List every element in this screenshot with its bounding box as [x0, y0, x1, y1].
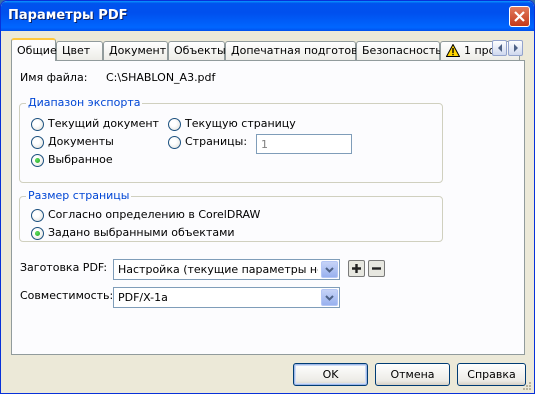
chevron-right-icon: [513, 44, 518, 52]
tab-general[interactable]: Общие: [11, 38, 57, 61]
chevron-down-icon: [325, 294, 334, 301]
radio-by-objects-label[interactable]: Задано выбранными объектами: [48, 226, 235, 239]
page-size-group: Размер страницы Согласно определению в C…: [19, 189, 443, 242]
tab-objects[interactable]: Объекты: [168, 41, 226, 61]
add-preset-button[interactable]: [348, 260, 365, 277]
preset-dropdown-button[interactable]: [321, 261, 338, 278]
filename-value: C:\SHABLON_A3.pdf: [106, 71, 216, 84]
pages-input[interactable]: 1: [256, 134, 352, 154]
preset-value: Настройка (текущие параметры не с...: [118, 263, 318, 276]
tab-scroll-left-button[interactable]: [492, 40, 507, 56]
warning-icon: [446, 44, 460, 57]
minus-icon: [372, 267, 381, 270]
preset-select[interactable]: Настройка (текущие параметры не с...: [113, 259, 340, 280]
radio-pages[interactable]: [168, 136, 181, 149]
radio-by-objects[interactable]: [31, 227, 44, 240]
tab-scroll-right-button[interactable]: [508, 40, 523, 56]
preset-label: Заготовка PDF:: [20, 261, 108, 274]
plus-icon: [352, 264, 361, 273]
radio-documents[interactable]: [31, 136, 44, 149]
tab-panel-general: Имя файла: C:\SHABLON_A3.pdf Диапазон эк…: [11, 60, 525, 355]
tab-prepress[interactable]: Допечатная подготовка: [225, 41, 371, 61]
compatibility-dropdown-button[interactable]: [321, 289, 338, 306]
filename-label: Имя файла:: [20, 71, 88, 84]
remove-preset-button[interactable]: [368, 260, 385, 277]
tab-security[interactable]: Безопасность: [356, 41, 442, 61]
radio-pages-label[interactable]: Страницы:: [185, 135, 247, 148]
window-title: Параметры PDF: [8, 8, 128, 23]
radio-documents-label[interactable]: Документы: [48, 135, 114, 148]
page-size-title: Размер страницы: [26, 189, 132, 202]
radio-current-document[interactable]: [31, 118, 44, 131]
compatibility-select[interactable]: PDF/X-1a: [113, 287, 340, 308]
radio-selection-label[interactable]: Выбранное: [48, 153, 113, 166]
cancel-button[interactable]: Отмена: [375, 363, 450, 386]
ok-button[interactable]: OK: [293, 363, 368, 386]
export-range-title: Диапазон экспорта: [26, 96, 143, 109]
tab-document[interactable]: Документ: [103, 41, 168, 61]
radio-current-document-label[interactable]: Текущий документ: [48, 117, 159, 130]
radio-current-page[interactable]: [168, 118, 181, 131]
tab-strip: Общие Цвет Документ Объекты Допечатная п…: [11, 38, 524, 61]
radio-as-defined-label[interactable]: Согласно определению в CorelDRAW: [48, 208, 260, 221]
resize-grip-icon[interactable]: [521, 380, 532, 391]
chevron-down-icon: [325, 266, 334, 273]
close-button[interactable]: [509, 6, 530, 27]
chevron-left-icon: [497, 44, 502, 52]
compatibility-value: PDF/X-1a: [118, 291, 168, 304]
compatibility-label: Совместимость:: [20, 289, 114, 302]
close-icon: [514, 11, 525, 22]
export-range-group: Диапазон экспорта Текущий документ Докум…: [19, 96, 443, 183]
radio-as-defined[interactable]: [31, 209, 44, 222]
title-bar[interactable]: Параметры PDF: [1, 1, 534, 31]
radio-current-page-label[interactable]: Текущую страницу: [185, 117, 296, 130]
help-button[interactable]: Справка: [457, 363, 526, 386]
tab-color[interactable]: Цвет: [56, 41, 103, 61]
radio-selection[interactable]: [31, 154, 44, 167]
pdf-settings-dialog: Параметры PDF Общие Цвет Документ Объект…: [0, 0, 535, 394]
